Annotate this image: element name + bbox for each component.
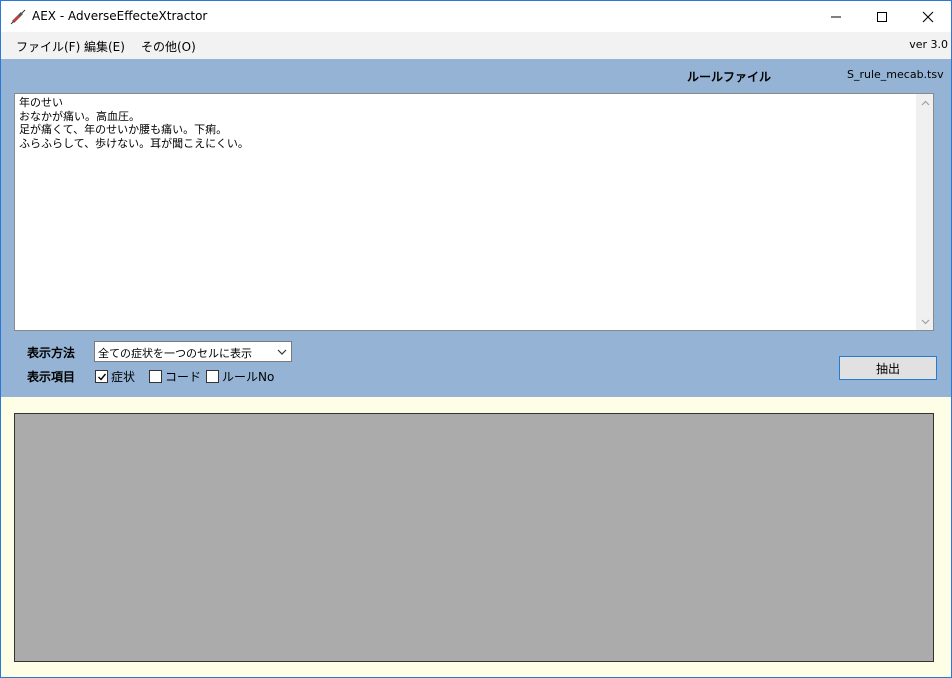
display-method-value: 全ての症状を一つのセルに表示 [98,347,252,360]
rule-file-name[interactable]: S_rule_mecab.tsv [847,68,944,81]
checkbox-symptom[interactable]: 症状 [95,368,135,385]
extract-button[interactable]: 抽出 [839,356,937,380]
menu-bar: ファイル(F) 編集(E) その他(O) ver 3.0 [1,32,951,59]
close-icon [922,11,934,22]
checkbox-box[interactable] [95,370,108,383]
chevron-up-icon [921,100,930,105]
window-title: AEX - AdverseEffecteXtractor [32,9,208,23]
chevron-down-icon [921,319,930,324]
display-items-label: 表示項目 [27,370,76,384]
syringe-icon [10,9,26,25]
result-panel [1,397,951,677]
display-method-select[interactable]: 全ての症状を一つのセルに表示 [94,341,292,362]
input-text[interactable]: 年のせい おなかが痛い。高血圧。 足が痛くて、年のせいか腰も痛い。下痢。 ふらふ… [19,96,249,150]
maximize-button[interactable] [859,1,905,32]
input-textarea[interactable]: 年のせい おなかが痛い。高血圧。 足が痛くて、年のせいか腰も痛い。下痢。 ふらふ… [14,93,934,331]
checkbox-label: ルールNo [222,370,275,384]
checkbox-label: コード [165,370,202,384]
maximize-icon [877,11,887,22]
checkmark-icon [97,373,106,381]
minimize-icon [831,16,841,17]
rule-file-label: ルールファイル [687,70,772,84]
input-panel: ルールファイル S_rule_mecab.tsv 年のせい おなかが痛い。高血圧… [1,59,951,397]
app-window: AEX - AdverseEffecteXtractor ファイル(F) 編集(… [0,0,952,678]
menu-file[interactable]: ファイル(F) [16,38,80,55]
input-scrollbar[interactable] [916,94,933,330]
chevron-down-icon [277,349,287,355]
title-bar[interactable]: AEX - AdverseEffecteXtractor [1,1,951,32]
menu-other[interactable]: その他(O) [141,38,196,55]
checkbox-label: 症状 [111,370,136,384]
version-label: ver 3.0 [909,38,948,51]
checkbox-box[interactable] [149,370,162,383]
checkbox-rule-no[interactable]: ルールNo [206,368,274,385]
result-grid[interactable] [14,413,934,662]
scroll-down-button[interactable] [917,313,934,330]
menu-edit[interactable]: 編集(E) [84,38,125,55]
scroll-up-button[interactable] [917,94,934,111]
minimize-button[interactable] [813,1,859,32]
close-button[interactable] [905,1,951,32]
checkbox-code[interactable]: コード [149,368,201,385]
checkbox-box[interactable] [206,370,219,383]
display-method-label: 表示方法 [27,346,76,360]
